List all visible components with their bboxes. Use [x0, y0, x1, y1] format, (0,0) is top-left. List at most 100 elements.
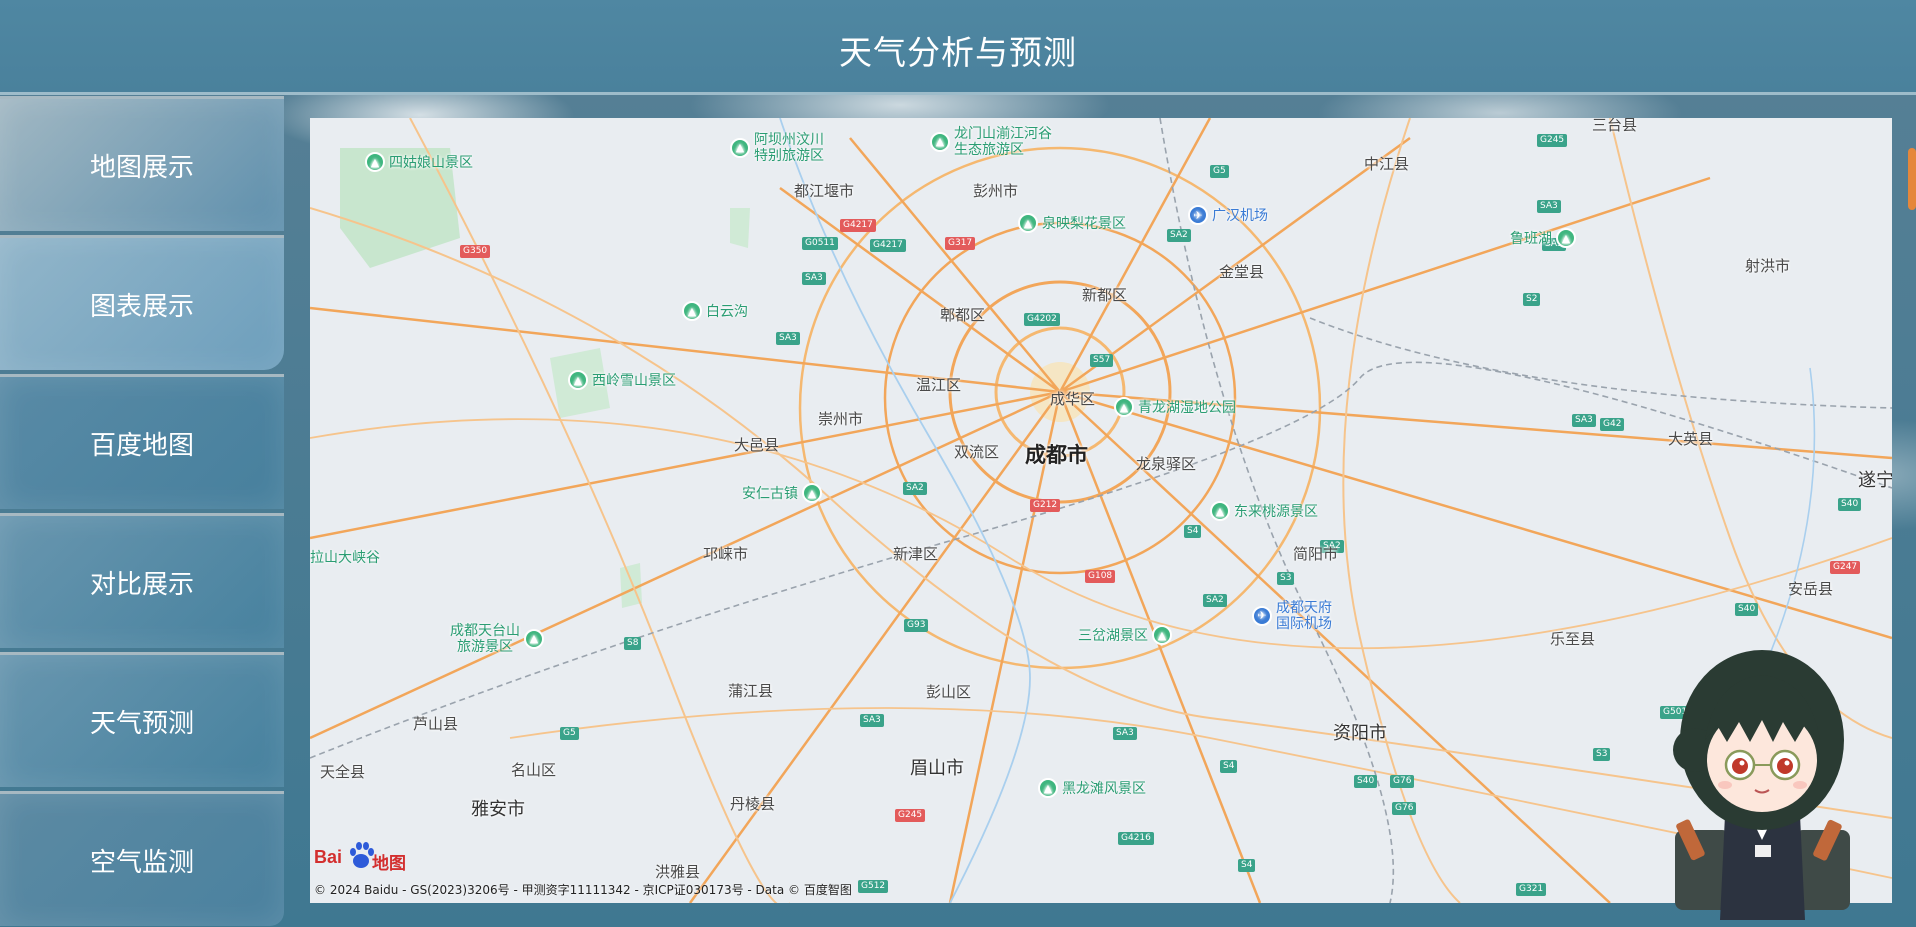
place-label: 崇州市	[818, 410, 864, 428]
place-label: 芦山县	[413, 715, 459, 733]
poi-marker[interactable]: 鲁班湖 ▲	[1510, 228, 1580, 248]
scenic-pin-icon: ▲	[682, 301, 702, 321]
scenic-pin-icon: ▲	[568, 370, 588, 390]
highway-shield: SA3	[776, 332, 800, 345]
highway-shield: G5	[1210, 165, 1229, 178]
highway-shield: SA3	[1537, 200, 1561, 213]
scenic-pin-icon: ▲	[1152, 625, 1172, 645]
highway-shield: SA3	[1113, 727, 1137, 740]
sidebar-item-label: 天气预测	[89, 708, 194, 739]
scenic-pin-icon: ▲	[1018, 213, 1038, 233]
highway-shield: S40	[1838, 498, 1862, 511]
place-label: 新津区	[893, 545, 939, 563]
sidebar-item-compare-display[interactable]: 对比展示	[0, 513, 284, 648]
highway-shield: S40	[1354, 775, 1378, 788]
poi-marker[interactable]: ▲ 白云沟	[682, 301, 748, 321]
scenic-pin-icon: ▲	[1038, 778, 1058, 798]
poi-marker[interactable]: ▲ 东来桃源景区	[1210, 501, 1318, 521]
highway-shield: S4	[1184, 525, 1202, 538]
poi-marker[interactable]: ▲ 青龙湖湿地公园	[1114, 397, 1236, 417]
highway-shield: G350	[460, 245, 491, 258]
highway-shield: G212	[1030, 499, 1061, 512]
place-label: 遂宁	[1858, 470, 1892, 491]
sidebar-item-air-monitor[interactable]: 空气监测	[0, 791, 284, 926]
poi-marker[interactable]: ▲ 四姑娘山景区	[365, 152, 473, 172]
poi-marker[interactable]: ✈ 广汉机场	[1188, 205, 1268, 225]
sidebar-item-baidu-map[interactable]: 百度地图	[0, 374, 284, 509]
poi-marker[interactable]: 成都天台山 旅游景区 ▲	[450, 623, 548, 655]
scenic-pin-icon: ▲	[1114, 397, 1134, 417]
highway-shield: G5	[560, 727, 579, 740]
place-label: 大邑县	[734, 436, 780, 454]
place-label: 邛崃市	[703, 545, 749, 563]
highway-shield: G4202	[1024, 313, 1060, 326]
scrollbar-thumb[interactable]	[1908, 148, 1916, 210]
place-label: 龙泉驿区	[1136, 455, 1197, 473]
sidebar-item-label: 百度地图	[89, 430, 194, 461]
place-label: 资阳市	[1333, 723, 1387, 744]
airport-icon: ✈	[1252, 606, 1272, 626]
poi-marker[interactable]: ▲ 阿坝州汶川 特别旅游区	[730, 132, 824, 164]
highway-shield: G76	[1390, 775, 1415, 788]
highway-shield: S2	[1523, 293, 1541, 306]
poi-marker[interactable]: ▲ 龙门山湔江河谷 生态旅游区	[930, 126, 1052, 158]
highway-shield: G247	[1830, 561, 1861, 574]
sidebar-item-weather-forecast[interactable]: 天气预测	[0, 652, 284, 787]
sidebar-item-label: 图表展示	[89, 291, 194, 322]
highway-shield: G321	[1516, 883, 1547, 896]
highway-shield: G93	[904, 619, 929, 632]
poi-marker[interactable]: 三岔湖景区 ▲	[1078, 625, 1176, 645]
highway-shield: G4216	[1118, 832, 1154, 845]
baidu-logo: Bai 地图	[314, 841, 406, 873]
place-label: 彭山区	[926, 683, 972, 701]
place-label: 郫都区	[940, 306, 986, 324]
highway-shield: S40	[1735, 603, 1759, 616]
baidu-paw-icon	[350, 842, 374, 868]
scenic-pin-icon: ▲	[365, 152, 385, 172]
place-label: 蒲江县	[728, 682, 774, 700]
place-label: 洪雅县	[655, 863, 701, 881]
place-label: 安岳县	[1788, 580, 1834, 598]
place-label: 眉山市	[910, 758, 964, 779]
highway-shield: G42	[1600, 418, 1625, 431]
place-label: 中江县	[1364, 155, 1410, 173]
highway-shield: G76	[1392, 802, 1417, 815]
poi-marker[interactable]: 安仁古镇 ▲	[742, 483, 826, 503]
sidebar-item-label: 地图展示	[89, 152, 194, 183]
place-label: 金堂县	[1219, 263, 1265, 281]
highway-shield: S57	[1090, 354, 1114, 367]
poi-marker[interactable]: ✈ 成都天府 国际机场	[1252, 600, 1332, 632]
place-label: 三台县	[1592, 118, 1638, 134]
place-label: 成华区	[1050, 390, 1096, 408]
highway-shield: G0511	[802, 237, 838, 250]
highway-shield: SA3	[860, 714, 884, 727]
mascot-character-illustration	[1673, 650, 1850, 920]
poi-marker[interactable]: ▲ 泉映梨花景区	[1018, 213, 1126, 233]
sidebar-item-label: 对比展示	[89, 569, 194, 600]
place-label: 雅安市	[471, 799, 525, 820]
sidebar-item-map-display[interactable]: 地图展示	[0, 96, 284, 231]
place-label: 乐至县	[1550, 630, 1596, 648]
place-label: 彭州市	[973, 182, 1019, 200]
highway-shield: G4217	[870, 239, 906, 252]
poi-marker[interactable]: 拉山大峡谷	[310, 547, 380, 567]
highway-shield: S4	[1238, 859, 1256, 872]
sidebar-item-chart-display[interactable]: 图表展示	[0, 235, 284, 370]
place-label: 大英县	[1668, 430, 1714, 448]
page-header: 天气分析与预测	[0, 0, 1916, 95]
poi-marker[interactable]: ▲ 黑龙滩风景区	[1038, 778, 1146, 798]
highway-shield: SA2	[1203, 594, 1227, 607]
sidebar-item-label: 空气监测	[89, 847, 194, 878]
place-label: 都江堰市	[794, 182, 855, 200]
highway-shield: G512	[858, 880, 889, 893]
highway-shield: G4217	[840, 219, 876, 232]
page-title: 天气分析与预测	[839, 33, 1077, 72]
place-label: 双流区	[954, 443, 1000, 461]
place-label: 简阳市	[1293, 545, 1339, 563]
highway-shield: S8	[624, 637, 642, 650]
highway-shield: G317	[945, 237, 976, 250]
highway-shield: S3	[1277, 572, 1295, 585]
highway-shield: S3	[1593, 748, 1611, 761]
place-label: 温江区	[916, 376, 962, 394]
poi-marker[interactable]: ▲ 西岭雪山景区	[568, 370, 676, 390]
